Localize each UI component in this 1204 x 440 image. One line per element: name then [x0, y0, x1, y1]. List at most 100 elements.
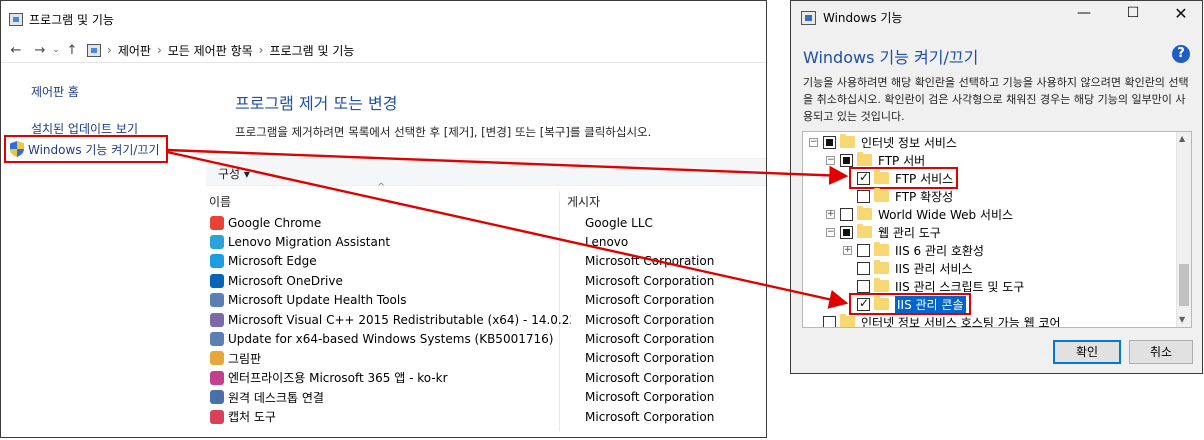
feature-checkbox[interactable]	[840, 153, 853, 167]
column-header-name[interactable]: 이름	[209, 193, 231, 210]
breadcrumb-item[interactable]: 프로그램 및 기능	[269, 42, 354, 59]
feature-node[interactable]: FTP 확장성	[843, 187, 953, 205]
column-header-publisher[interactable]: 게시자	[567, 193, 600, 210]
feature-node[interactable]: IIS 관리 서비스	[843, 259, 973, 277]
programs-and-features-window: 프로그램 및 기능 ← → ⌄ ↑ › 제어판 › 모든 제어판 항목 › 프로…	[0, 0, 767, 438]
lenovo-icon	[210, 235, 224, 250]
feature-checkbox[interactable]	[857, 261, 870, 275]
program-publisher: Microsoft Corporation	[585, 312, 715, 327]
breadcrumb-item[interactable]: 모든 제어판 항목	[168, 42, 253, 59]
program-row[interactable]: 그림판 Microsoft Corporation	[210, 349, 765, 368]
scroll-up-icon[interactable]: ▲	[1179, 134, 1185, 143]
folder-icon	[857, 152, 872, 166]
feature-checkbox[interactable]	[823, 315, 836, 327]
m365-icon	[210, 370, 224, 385]
feature-checkbox[interactable]	[840, 225, 853, 239]
program-row[interactable]: 엔터프라이즈용 Microsoft 365 앱 - ko-kr Microsoft…	[210, 368, 765, 387]
sidebar-link-windows-features[interactable]: Windows 기능 켜기/끄기	[4, 135, 168, 163]
program-row[interactable]: Google Chrome Google LLC	[210, 213, 765, 232]
program-publisher: Microsoft Corporation	[585, 273, 715, 288]
expand-icon[interactable]: +	[843, 245, 852, 255]
feature-checkbox[interactable]	[840, 207, 853, 221]
program-name: Microsoft Visual C++ 2015 Redistributabl…	[228, 312, 571, 327]
program-row[interactable]: 원격 데스크톱 연결 Microsoft Corporation	[210, 388, 765, 407]
feature-checkbox-group: FTP 서버	[840, 152, 925, 169]
feature-node[interactable]: + World Wide Web 서비스	[826, 205, 1013, 223]
program-row[interactable]: Microsoft Edge Microsoft Corporation	[210, 252, 765, 271]
feature-checkbox[interactable]	[857, 296, 870, 311]
feature-node[interactable]: − 웹 관리 도구	[826, 223, 941, 241]
breadcrumb-item[interactable]: 제어판	[118, 42, 151, 59]
minimize-icon[interactable]: —	[1069, 5, 1099, 21]
feature-checkbox[interactable]	[823, 135, 836, 149]
maximize-icon[interactable]: ☐	[1118, 5, 1148, 21]
feature-checkbox[interactable]	[857, 279, 870, 293]
dialog-title-bar: Windows 기능	[801, 9, 902, 26]
feature-checkbox-group: IIS 관리 콘솔	[849, 293, 971, 315]
control-panel-icon	[9, 12, 23, 26]
folder-icon	[874, 296, 889, 310]
program-publisher: Lenovo	[585, 235, 629, 250]
feature-node[interactable]: IIS 관리 콘솔	[843, 293, 971, 315]
feature-node[interactable]: + IIS 6 관리 호환성	[843, 241, 984, 259]
feature-label: FTP 서버	[878, 153, 926, 168]
feature-label: 웹 관리 도구	[878, 225, 941, 240]
feature-node[interactable]: 인터넷 정보 서비스 호스팅 가능 웹 코어	[809, 313, 1061, 327]
forward-icon[interactable]: →	[31, 43, 49, 58]
chrome-icon	[210, 215, 224, 230]
collapse-icon[interactable]: −	[826, 155, 835, 165]
folder-icon	[857, 206, 872, 220]
breadcrumb-separator-icon: ›	[258, 43, 264, 57]
program-row[interactable]: Microsoft Update Health Tools Microsoft C…	[210, 291, 765, 310]
folder-icon	[874, 242, 889, 256]
close-icon[interactable]: ✕	[1166, 4, 1196, 23]
feature-checkbox-group: World Wide Web 서비스	[840, 206, 1013, 223]
folder-icon	[840, 134, 855, 148]
window-title-bar: 프로그램 및 기능	[9, 10, 114, 28]
program-publisher: Microsoft Corporation	[585, 254, 715, 269]
program-row[interactable]: 캡처 도구 Microsoft Corporation	[210, 407, 765, 426]
feature-checkbox[interactable]	[857, 243, 870, 257]
folder-icon	[874, 188, 889, 202]
feature-checkbox-group: 인터넷 정보 서비스 호스팅 가능 웹 코어	[823, 314, 1061, 327]
program-row[interactable]: Lenovo Migration Assistant Lenovo	[210, 232, 765, 251]
program-publisher: Microsoft Corporation	[585, 390, 715, 405]
program-name: Lenovo Migration Assistant	[228, 235, 391, 250]
help-icon[interactable]: ?	[1172, 45, 1190, 63]
feature-checkbox-group: IIS 관리 스크립트 및 도구	[857, 278, 1024, 295]
program-row[interactable]: Microsoft OneDrive Microsoft Corporation	[210, 271, 765, 290]
feature-node[interactable]: FTP 서비스	[843, 167, 959, 189]
back-icon[interactable]: ←	[7, 43, 25, 58]
features-tree: − 인터넷 정보 서비스 − FTP 서버 FTP 서비스 FTP 확장성 + World W…	[802, 131, 1192, 328]
feature-label: FTP 서비스	[895, 171, 954, 186]
program-row[interactable]: Update for x64-based Windows Systems (KB…	[210, 329, 765, 348]
collapse-icon[interactable]: −	[826, 227, 835, 237]
organize-button[interactable]: 구성 ▾	[218, 165, 250, 182]
feature-checkbox[interactable]	[857, 170, 870, 185]
collapse-icon[interactable]: −	[809, 137, 818, 147]
recent-chevron-icon[interactable]: ⌄	[49, 45, 63, 55]
feature-node[interactable]: − 인터넷 정보 서비스	[809, 133, 957, 151]
program-name: Microsoft Edge	[228, 254, 317, 269]
sidebar-link-control-panel-home[interactable]: 제어판 홈	[31, 83, 79, 100]
program-name: Google Chrome	[228, 215, 322, 230]
dialog-heading: Windows 기능 켜기/끄기	[803, 48, 979, 67]
expand-icon[interactable]: +	[826, 209, 835, 219]
program-name: Microsoft Update Health Tools	[228, 293, 407, 308]
tree-scrollbar[interactable]: ▲ ▼	[1176, 132, 1191, 327]
cancel-button[interactable]: 취소	[1129, 340, 1193, 364]
toolbar: 구성 ▾	[206, 158, 766, 186]
paint-icon	[210, 351, 224, 366]
up-icon[interactable]: ↑	[63, 43, 81, 58]
installer-icon	[210, 293, 224, 308]
ok-button[interactable]: 확인	[1053, 340, 1121, 364]
scroll-down-icon[interactable]: ▼	[1179, 315, 1185, 324]
feature-checkbox-group: FTP 확장성	[857, 188, 953, 205]
program-row[interactable]: Microsoft Visual C++ 2015 Redistributabl…	[210, 310, 765, 329]
feature-checkbox[interactable]	[857, 189, 870, 203]
scrollbar-thumb[interactable]	[1179, 264, 1189, 306]
dialog-description: 기능을 사용하려면 해당 확인란을 선택하고 기능을 사용하지 않으려면 확인란…	[803, 76, 1189, 123]
edge-icon	[210, 254, 224, 269]
breadcrumb-control-panel-icon	[87, 43, 101, 57]
program-publisher: Microsoft Corporation	[585, 370, 715, 385]
